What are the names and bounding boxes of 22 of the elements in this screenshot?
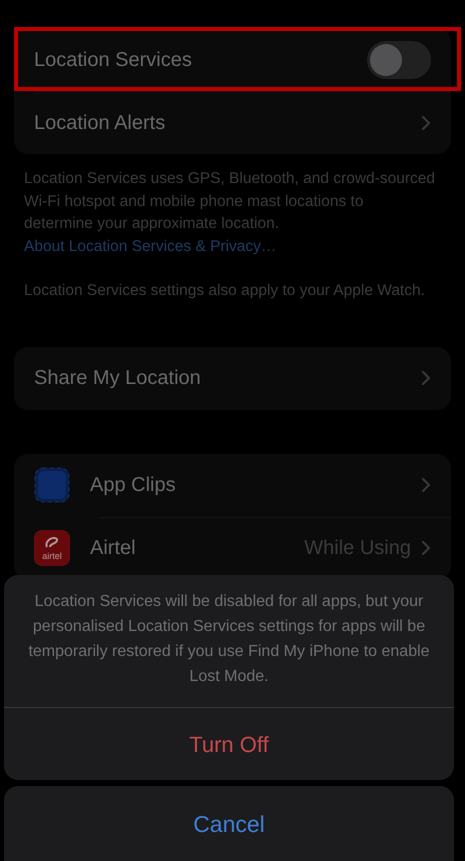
alert-message: Location Services will be disabled for all apps, but your personalised Location Services settings for apps will be temporarily restored if you use Find My iPhone to enable Lost Mode. (4, 575, 454, 708)
row-label: Location Services (34, 48, 193, 72)
chevron-icon (421, 540, 431, 556)
app-name: Airtel (90, 536, 137, 561)
app-clips-icon (34, 467, 70, 503)
row-label: Share My Location (34, 366, 202, 391)
footer-text: Location Services uses GPS, Bluetooth, and crowd-sourced Wi-Fi hotspot and mobile phone mast locations to determine your approximate location. About Location Services & Privacy… (24, 169, 435, 256)
settings-row[interactable]: Location Alerts (14, 91, 451, 154)
chevron-icon (421, 370, 431, 386)
app-row[interactable]: App Clips (14, 454, 451, 516)
turn-off-button[interactable]: Turn Off (4, 708, 454, 780)
airtel-app-icon: airtel (34, 530, 70, 566)
toggle-switch[interactable] (367, 40, 431, 78)
footer-note: Location Services settings also apply to your Apple Watch. (24, 281, 426, 301)
settings-row[interactable]: Location Services (14, 28, 451, 91)
app-name: App Clips (90, 473, 177, 498)
chevron-icon (421, 114, 431, 130)
row-label: Location Alerts (34, 110, 166, 136)
chevron-icon (421, 477, 431, 493)
privacy-link[interactable]: About Location Services & Privacy… (24, 238, 276, 254)
settings-row[interactable]: Share My Location (14, 346, 451, 410)
cancel-button[interactable]: Cancel (4, 786, 454, 861)
